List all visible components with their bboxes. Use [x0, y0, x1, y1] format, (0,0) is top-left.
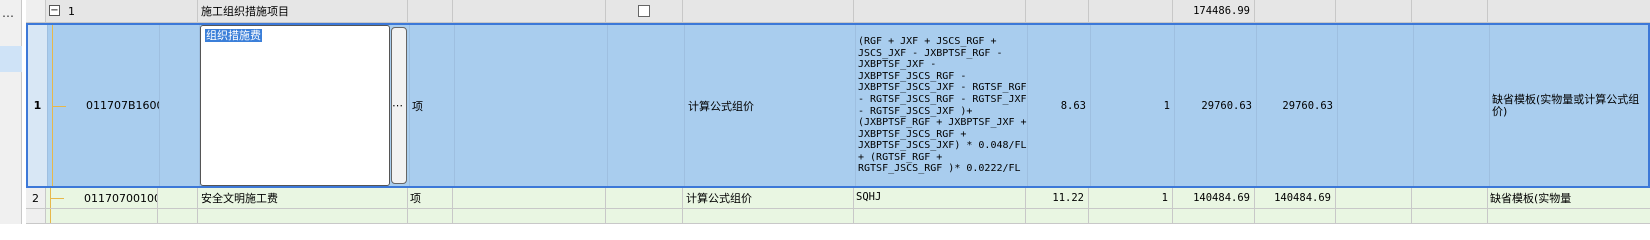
- qty-cell[interactable]: 1: [1091, 25, 1175, 186]
- left-panel-highlight: [0, 46, 22, 72]
- name-cell[interactable]: 施工组织措施项目: [198, 0, 408, 22]
- formula-cell[interactable]: SQHJ: [854, 188, 1026, 208]
- empty-cell: [158, 188, 198, 208]
- formula-cell: [854, 0, 1026, 22]
- empty-cell: [158, 209, 198, 223]
- qty-cell: [1089, 209, 1173, 223]
- check-cell: [606, 209, 683, 223]
- row-number: 2: [26, 188, 46, 208]
- left-panel: …: [0, 0, 22, 224]
- ellipsis-button-icon[interactable]: ⋯: [392, 99, 403, 112]
- unit-cell[interactable]: 项: [408, 188, 453, 208]
- empty-cell: [160, 25, 200, 186]
- empty-cell: [453, 209, 606, 223]
- more-icon[interactable]: …: [2, 6, 14, 20]
- price-cell: 29760.63: [1175, 25, 1257, 186]
- tree-line: [50, 209, 51, 223]
- code-cell: 011707B16001: [48, 25, 160, 186]
- method-cell: [683, 0, 854, 22]
- selected-text[interactable]: 组织措施费: [205, 29, 262, 42]
- empty-cell: [1412, 0, 1488, 22]
- qty-cell: [1089, 0, 1173, 22]
- check-cell: [608, 25, 685, 186]
- table-row[interactable]: 2 011707001001 安全文明施工费 项 计算公式组价 SQHJ 11.…: [26, 188, 1650, 209]
- code-cell: [46, 209, 158, 223]
- empty-cell: [1338, 25, 1414, 186]
- template-cell: [1488, 0, 1650, 22]
- code-cell: − 1: [46, 0, 198, 22]
- name-cell[interactable]: 安全文明施工费: [198, 188, 408, 208]
- empty-cell: [453, 0, 606, 22]
- price-cell: 140484.69: [1173, 188, 1255, 208]
- code-text: 011707001001: [84, 191, 157, 205]
- template-cell[interactable]: 缺省模板(实物量或计算公式组价): [1490, 25, 1650, 186]
- empty-cell: [453, 188, 606, 208]
- minus-box-icon[interactable]: −: [49, 5, 60, 16]
- empty-cell: [1414, 25, 1490, 186]
- total-cell: [1255, 209, 1336, 223]
- total-cell: 29760.63: [1257, 25, 1338, 186]
- formula-cell[interactable]: (RGF + JXF + JSCS_RGF + JSCS_JXF - JXBPT…: [856, 25, 1028, 186]
- tree-branch: [52, 105, 66, 107]
- row-number: [26, 0, 46, 22]
- name-editor[interactable]: 组织措施费: [200, 25, 390, 186]
- name-cell: [198, 209, 408, 223]
- rate-cell[interactable]: 11.22: [1026, 188, 1089, 208]
- empty-cell: [1336, 0, 1412, 22]
- unit-cell: [408, 209, 453, 223]
- rate-cell: [1026, 0, 1089, 22]
- empty-cell: [1412, 188, 1488, 208]
- code-text: 1: [68, 4, 75, 18]
- table-row-partial[interactable]: [26, 209, 1650, 224]
- method-cell[interactable]: 计算公式组价: [683, 188, 854, 208]
- rate-cell[interactable]: 8.63: [1028, 25, 1091, 186]
- name-cell[interactable]: 组织措施费 ⋯: [200, 25, 410, 186]
- row-number: 1: [28, 25, 48, 186]
- unit-cell: [408, 0, 453, 22]
- total-cell: 140484.69: [1255, 188, 1336, 208]
- empty-cell: [455, 25, 608, 186]
- price-cell: 174486.99: [1173, 0, 1255, 22]
- empty-cell: [1412, 209, 1488, 223]
- empty-cell: [1336, 209, 1412, 223]
- table-row-group[interactable]: − 1 施工组织措施项目 174486.99: [26, 0, 1650, 23]
- template-cell: [1488, 209, 1650, 223]
- unit-cell[interactable]: 项: [410, 25, 455, 186]
- checkbox-icon[interactable]: [638, 5, 650, 17]
- table-row-selected[interactable]: 1 011707B16001 组织措施费 ⋯ 项 计算公式组价 (RGF + J…: [26, 23, 1650, 188]
- code-text: 011707B16001: [86, 99, 159, 112]
- empty-cell: [1336, 188, 1412, 208]
- total-cell: [1255, 0, 1336, 22]
- method-cell: [683, 209, 854, 223]
- row-number: [26, 209, 46, 223]
- check-cell: [606, 0, 683, 22]
- qty-cell[interactable]: 1: [1089, 188, 1173, 208]
- rate-cell: [1026, 209, 1089, 223]
- method-cell[interactable]: 计算公式组价: [685, 25, 856, 186]
- formula-cell: [854, 209, 1026, 223]
- template-cell[interactable]: 缺省模板(实物量: [1488, 188, 1650, 208]
- code-cell: 011707001001: [46, 188, 158, 208]
- price-cell: [1173, 209, 1255, 223]
- check-cell: [606, 188, 683, 208]
- measures-grid: − 1 施工组织措施项目 174486.99 1 011707B16001 组织…: [26, 0, 1650, 224]
- tree-branch: [50, 198, 64, 199]
